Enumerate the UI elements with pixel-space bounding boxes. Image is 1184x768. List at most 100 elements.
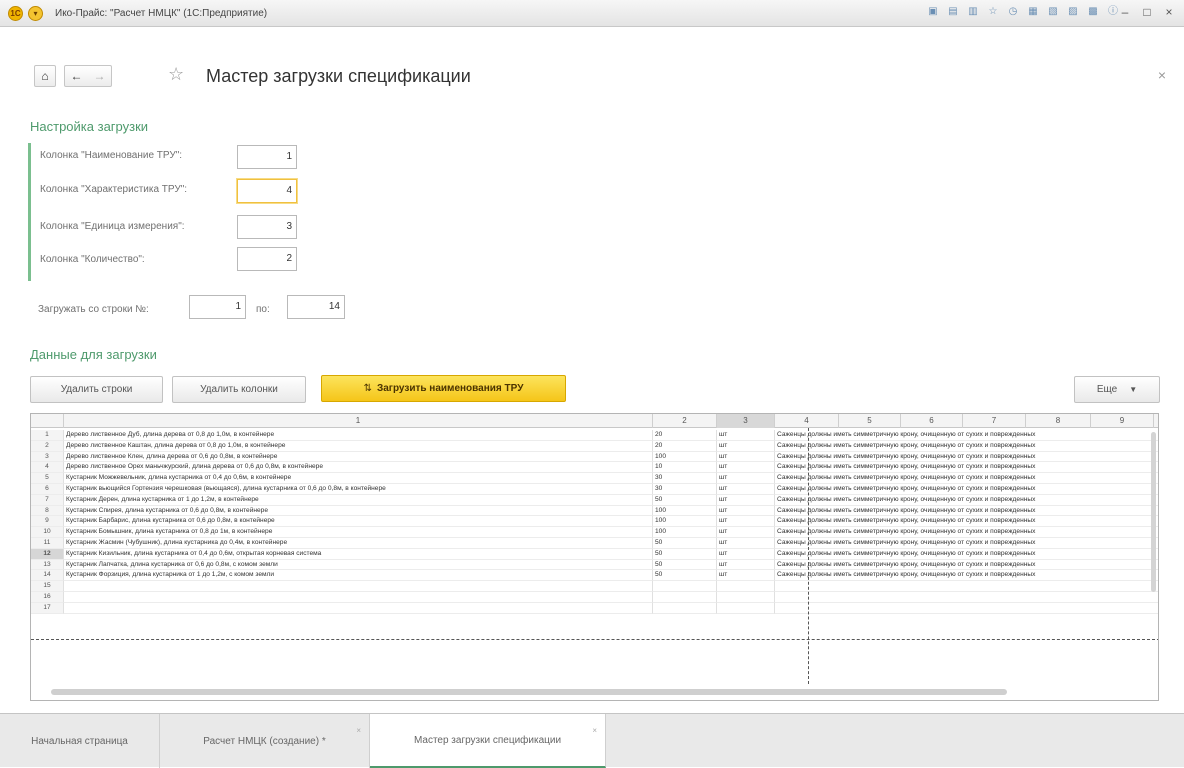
table-row[interactable]: 5 Кустарник Можжевельник, длина кустарник… — [31, 473, 1158, 484]
characteristic-cell[interactable]: Саженцы должны иметь симметричную крону,… — [775, 516, 1158, 528]
table-row[interactable]: 3 Дерево лиственное Клен, длина дерева от… — [31, 451, 1158, 463]
quantity-cell[interactable]: 50 — [653, 548, 717, 560]
delete-rows-button[interactable]: Удалить строки — [30, 376, 163, 403]
quantity-cell[interactable]: 30 — [653, 473, 717, 484]
grid-corner-cell[interactable] — [31, 414, 64, 428]
grid-column-header[interactable]: 6 — [901, 414, 963, 428]
grid-column-header[interactable]: 3 — [717, 414, 775, 428]
row-number-cell[interactable]: 11 — [31, 538, 64, 549]
favorite-star-icon[interactable]: ☆ — [168, 64, 184, 85]
quantity-cell[interactable]: 100 — [653, 505, 717, 517]
name-cell[interactable] — [64, 581, 653, 592]
tab-spec-loader[interactable]: Мастер загрузки спецификации × — [370, 714, 606, 768]
quantity-cell[interactable]: 50 — [653, 570, 717, 582]
table-row[interactable]: 16 — [31, 592, 1158, 603]
horizontal-scrollbar[interactable] — [51, 689, 1007, 695]
table-row[interactable]: 8 Кустарник Спирея, длина кустарника от 0… — [31, 505, 1158, 517]
quantity-cell[interactable]: 100 — [653, 527, 717, 538]
app-logo-icon[interactable]: 1С — [8, 5, 23, 21]
grid-column-header[interactable]: 1 — [64, 414, 653, 428]
home-button[interactable]: ⌂ — [34, 65, 56, 87]
characteristic-cell[interactable]: Саженцы должны иметь симметричную крону,… — [775, 452, 1158, 463]
main-menu-icon[interactable]: ▾ — [28, 5, 43, 21]
table-row[interactable]: 7 Кустарник Дерен, длина кустарника от 1 … — [31, 494, 1158, 506]
quantity-column-input[interactable]: 2 — [237, 247, 297, 271]
table-row[interactable]: 2 Дерево лиственное Каштан, длина дерева … — [31, 440, 1158, 452]
characteristic-cell[interactable]: Саженцы должны иметь симметричную крону,… — [775, 538, 1158, 549]
unit-cell[interactable]: шт — [717, 440, 775, 452]
tab-close-icon[interactable]: × — [592, 726, 597, 735]
tab-home-page[interactable]: Начальная страница — [0, 714, 160, 768]
row-number-cell[interactable]: 2 — [31, 440, 64, 452]
grid-column-header[interactable] — [1154, 414, 1158, 428]
grid-column-header[interactable]: 8 — [1026, 414, 1091, 428]
quantity-cell[interactable]: 50 — [653, 559, 717, 571]
unit-cell[interactable]: шт — [717, 462, 775, 474]
tab-close-icon[interactable]: × — [356, 726, 361, 735]
rows-from-input[interactable]: 1 — [189, 295, 246, 319]
unit-cell[interactable]: шт — [717, 451, 775, 463]
characteristic-cell[interactable]: Саженцы должны иметь симметричную крону,… — [775, 441, 1158, 452]
name-cell[interactable]: Кустарник Дерен, длина кустарника от 1 д… — [64, 494, 653, 506]
characteristic-cell[interactable]: Саженцы должны иметь симметричную крону,… — [775, 560, 1158, 571]
quantity-cell[interactable]: 50 — [653, 494, 717, 506]
unit-cell[interactable]: шт — [717, 484, 775, 495]
name-cell[interactable]: Кустарник Можжевельник, длина кустарника… — [64, 473, 653, 484]
name-cell[interactable] — [64, 602, 653, 614]
characteristic-cell[interactable] — [775, 603, 1158, 614]
history-icon[interactable]: ◷ — [1006, 5, 1020, 19]
unit-cell[interactable]: шт — [717, 505, 775, 517]
quantity-cell[interactable]: 30 — [653, 484, 717, 495]
characteristic-cell[interactable]: Саженцы должны иметь симметричную крону,… — [775, 484, 1158, 495]
table-row[interactable]: 15 — [31, 581, 1158, 592]
table-row[interactable]: 13 Кустарник Лапчатка, длина кустарника о… — [31, 559, 1158, 571]
save-icon[interactable]: ▣ — [926, 5, 940, 19]
quantity-cell[interactable]: 20 — [653, 430, 717, 441]
row-number-cell[interactable]: 16 — [31, 592, 64, 603]
characteristic-cell[interactable] — [775, 581, 1158, 592]
calculator-icon[interactable]: ▧ — [1046, 5, 1060, 19]
characteristic-column-input[interactable]: 4 — [237, 179, 297, 203]
unit-cell[interactable] — [717, 602, 775, 614]
unit-cell[interactable]: шт — [717, 473, 775, 484]
name-cell[interactable]: Кустарник Бомышник, длина кустарника от … — [64, 527, 653, 538]
name-cell[interactable]: Кустарник Форзиция, длина кустарника от … — [64, 570, 653, 582]
unit-cell[interactable]: шт — [717, 527, 775, 538]
row-number-cell[interactable]: 17 — [31, 602, 64, 614]
quantity-cell[interactable] — [653, 592, 717, 603]
row-number-cell[interactable]: 5 — [31, 473, 64, 484]
name-cell[interactable]: Дерево лиственное Орех маньчжурский, дли… — [64, 462, 653, 474]
unit-cell[interactable]: шт — [717, 570, 775, 582]
quantity-cell[interactable]: 50 — [653, 538, 717, 549]
unit-column-input[interactable]: 3 — [237, 215, 297, 239]
table-row[interactable]: 12 Кустарник Кизильник, длина кустарника … — [31, 548, 1158, 560]
table-row[interactable]: 1 Дерево лиственное Дуб, длина дерева от … — [31, 430, 1158, 441]
grid-column-header[interactable]: 2 — [653, 414, 717, 428]
row-number-cell[interactable]: 7 — [31, 494, 64, 506]
grid-column-header[interactable]: 7 — [963, 414, 1026, 428]
characteristic-cell[interactable]: Саженцы должны иметь симметричную крону,… — [775, 549, 1158, 560]
table-row[interactable]: 10 Кустарник Бомышник, длина кустарника о… — [31, 527, 1158, 538]
tab-nmck-calculation[interactable]: Расчет НМЦК (создание) * × — [160, 714, 370, 768]
maximize-icon[interactable]: □ — [1140, 4, 1154, 20]
rows-to-input[interactable]: 14 — [287, 295, 345, 319]
name-cell[interactable]: Кустарник Кизильник, длина кустарника от… — [64, 548, 653, 560]
row-number-cell[interactable]: 3 — [31, 451, 64, 463]
name-column-input[interactable]: 1 — [237, 145, 297, 169]
row-number-cell[interactable]: 6 — [31, 484, 64, 495]
characteristic-cell[interactable]: Саженцы должны иметь симметричную крону,… — [775, 473, 1158, 484]
quantity-cell[interactable] — [653, 581, 717, 592]
unit-cell[interactable]: шт — [717, 538, 775, 549]
name-cell[interactable]: Кустарник Барбарис, длина кустарника от … — [64, 516, 653, 528]
name-cell[interactable]: Дерево лиственное Дуб, длина дерева от 0… — [64, 430, 653, 441]
table-row[interactable]: 6 Кустарник вьющийся Гортензия черешковая… — [31, 484, 1158, 495]
memory-icon[interactable]: ▨ — [1066, 5, 1080, 19]
forward-arrow-icon[interactable]: → — [94, 69, 106, 83]
unit-cell[interactable]: шт — [717, 430, 775, 441]
name-cell[interactable]: Кустарник Спирея, длина кустарника от 0,… — [64, 505, 653, 517]
load-names-button[interactable]: ⇅ Загрузить наименования ТРУ — [321, 375, 566, 402]
table-row[interactable]: 9 Кустарник Барбарис, длина кустарника от… — [31, 516, 1158, 528]
unit-cell[interactable] — [717, 581, 775, 592]
more-button[interactable]: Еще ▼ — [1074, 376, 1160, 403]
print-icon[interactable]: ▤ — [946, 5, 960, 19]
